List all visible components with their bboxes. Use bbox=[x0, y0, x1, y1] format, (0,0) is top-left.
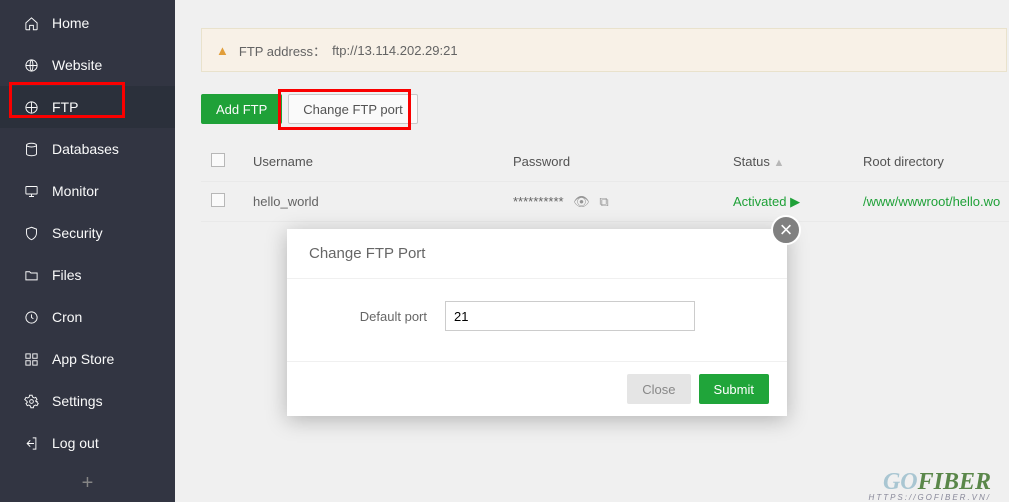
default-port-label: Default port bbox=[317, 309, 427, 324]
modal-title: Change FTP Port bbox=[287, 229, 787, 278]
close-button[interactable]: Close bbox=[627, 374, 690, 404]
change-ftp-port-modal: × Change FTP Port Default port Close Sub… bbox=[287, 229, 787, 416]
watermark-logo: GOFIBER bbox=[883, 469, 991, 496]
submit-button[interactable]: Submit bbox=[699, 374, 769, 404]
watermark-url: HTTPS://GOFIBER.VN/ bbox=[869, 493, 991, 502]
close-icon[interactable]: × bbox=[771, 215, 801, 245]
default-port-input[interactable] bbox=[445, 301, 695, 331]
